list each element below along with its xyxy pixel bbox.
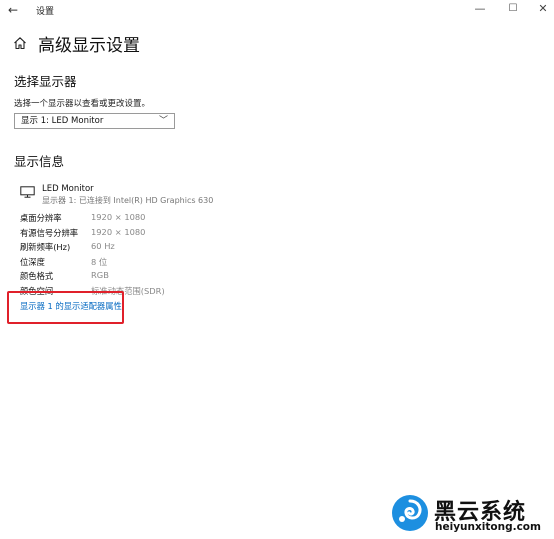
bit-depth-value: 8 位 [91,257,108,267]
minimize-button[interactable]: — [472,2,488,15]
bit-depth-label: 位深度 [20,257,45,267]
select-display-description: 选择一个显示器以查看或更改设置。 [14,99,151,109]
monitor-connection: 显示器 1: 已连接到 Intel(R) HD Graphics 630 [42,196,214,205]
highlight-annotation-box [7,291,124,324]
desktop-resolution-label: 桌面分辨率 [20,213,62,223]
close-button[interactable]: ✕ [535,2,551,15]
monitor-icon [20,186,35,198]
title-bar: ← 设置 — ☐ ✕ [0,0,554,22]
window-title: 设置 [36,7,55,17]
chevron-down-icon: ﹀ [158,116,168,126]
display-info-heading: 显示信息 [14,154,65,169]
heiyun-logo-icon [392,495,428,531]
select-display-heading: 选择显示器 [14,74,77,89]
refresh-rate-label: 刷新频率(Hz) [20,242,71,252]
desktop-resolution-value: 1920 × 1080 [91,212,146,222]
active-signal-resolution-value: 1920 × 1080 [91,227,146,237]
arrow-left-icon[interactable]: ← [8,3,18,17]
refresh-rate-value: 60 Hz [91,241,115,251]
color-format-value: RGB [91,270,109,280]
page-title: 高级显示设置 [38,36,140,56]
color-format-label: 颜色格式 [20,271,54,281]
active-signal-resolution-label: 有源信号分辨率 [20,228,79,238]
display-select-dropdown[interactable]: 显示 1: LED Monitor ﹀ [14,113,175,129]
home-icon[interactable] [13,36,27,50]
dropdown-value: 显示 1: LED Monitor [21,116,104,126]
monitor-name: LED Monitor [42,184,94,194]
watermark: 黑云系统 heiyunxitong.com [391,494,541,534]
maximize-button[interactable]: ☐ [505,3,521,14]
watermark-url: heiyunxitong.com [435,521,541,533]
